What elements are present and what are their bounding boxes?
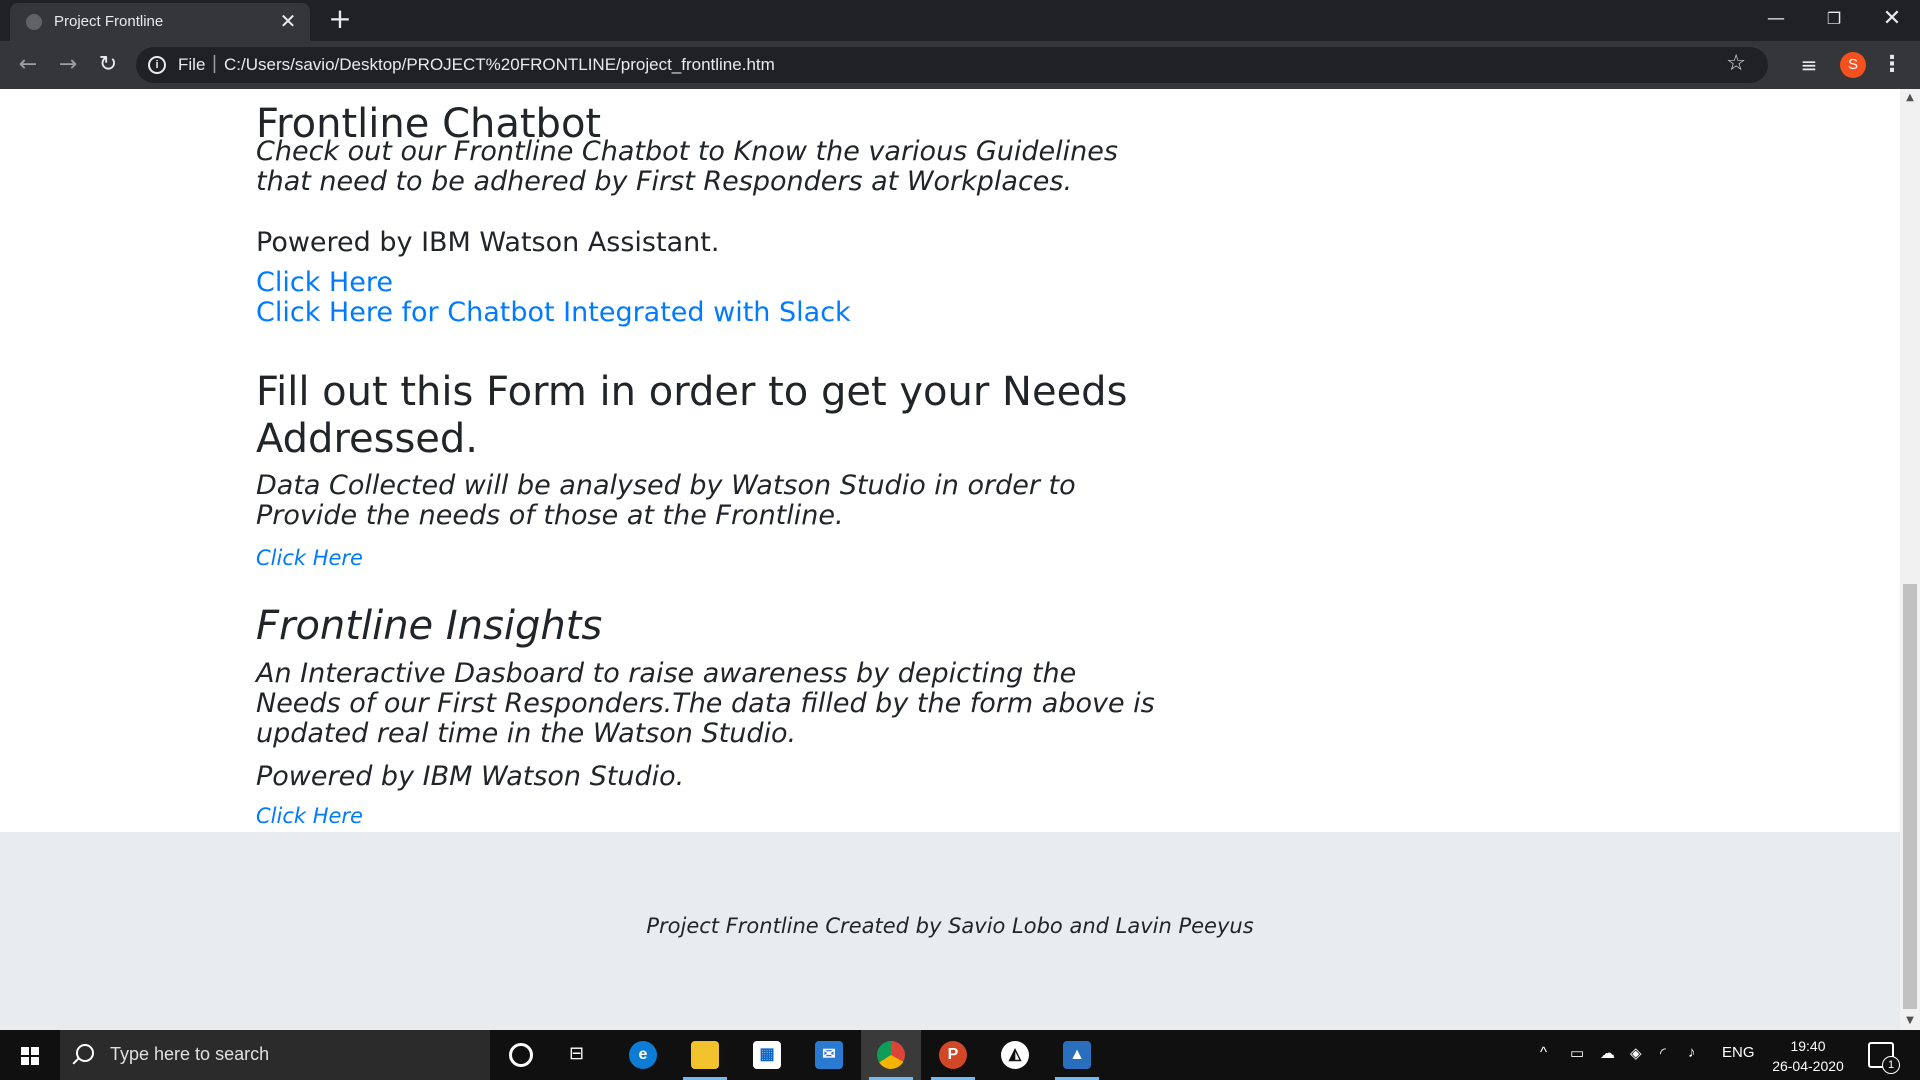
tray-overflow-chevron-icon[interactable]: ^ — [1540, 1044, 1547, 1061]
store-icon[interactable]: ▦ — [737, 1030, 797, 1080]
scroll-up-arrow-icon[interactable]: ▲ — [1900, 89, 1920, 107]
page-viewport: Frontline Chatbot Check out our Frontlin… — [0, 89, 1900, 1030]
minimize-button[interactable]: — — [1747, 0, 1805, 38]
url-scheme-label: File — [178, 55, 206, 74]
vertical-scrollbar[interactable]: ▲ ▼ — [1900, 89, 1920, 1030]
profile-avatar[interactable]: S — [1840, 52, 1866, 78]
scroll-down-arrow-icon[interactable]: ▼ — [1900, 1012, 1920, 1030]
browser-tab-bar: Project Frontline ✕ + — ❐ ✕ — [0, 0, 1920, 41]
browser-menu-icon[interactable]: ⋮ — [1880, 49, 1904, 81]
battery-icon[interactable]: ▭ — [1570, 1044, 1584, 1062]
tab-title: Project Frontline — [54, 13, 164, 30]
footer-credits: Project Frontline Created by Savio Lobo … — [646, 914, 1254, 938]
browser-tab[interactable]: Project Frontline ✕ — [10, 3, 310, 41]
insights-heading: Frontline Insights — [256, 603, 603, 649]
chatbot-powered-by: Powered by IBM Watson Assistant. — [256, 227, 720, 258]
onedrive-icon[interactable]: ☁ — [1600, 1044, 1615, 1062]
taskbar-clock[interactable]: 19:40 26-04-2020 — [1768, 1036, 1848, 1076]
back-button[interactable]: ← — [12, 49, 44, 81]
info-icon[interactable]: i — [148, 56, 166, 74]
forward-button[interactable]: → — [52, 49, 84, 81]
clock-time: 19:40 — [1790, 1038, 1826, 1054]
media-control-icon[interactable]: ≡ — [1797, 53, 1821, 77]
chrome-icon[interactable] — [861, 1030, 921, 1080]
tab-close-icon[interactable]: ✕ — [276, 9, 300, 33]
photos-app-icon[interactable]: ◭ — [985, 1030, 1045, 1080]
url-text[interactable]: C:/Users/savio/Desktop/PROJECT%20FRONTLI… — [224, 55, 775, 75]
insights-link[interactable]: Click Here — [256, 804, 363, 828]
mail-icon[interactable]: ✉ — [799, 1030, 859, 1080]
task-view-icon[interactable]: ⊟ — [569, 1043, 591, 1065]
globe-icon — [26, 14, 42, 30]
dropbox-icon[interactable]: ◈ — [1630, 1044, 1642, 1062]
form-heading-line1: Fill out this Form in order to get your … — [256, 369, 1128, 415]
browser-toolbar: ← → ↻ i File | C:/Users/savio/Desktop/PR… — [0, 41, 1920, 89]
form-description: Data Collected will be analysed by Watso… — [256, 470, 1076, 531]
address-bar[interactable]: i File | C:/Users/savio/Desktop/PROJECT%… — [136, 47, 1768, 83]
notification-count-badge: 1 — [1882, 1056, 1900, 1074]
insights-description: An Interactive Dasboard to raise awarene… — [256, 658, 1155, 749]
url-separator: | — [212, 53, 217, 74]
powerpoint-icon[interactable]: P — [923, 1030, 983, 1080]
file-explorer-icon[interactable] — [675, 1030, 735, 1080]
reload-button[interactable]: ↻ — [92, 49, 124, 81]
search-icon — [76, 1044, 94, 1062]
form-link[interactable]: Click Here — [256, 546, 363, 570]
insights-powered-by: Powered by IBM Watson Studio. — [256, 761, 685, 792]
image-viewer-icon[interactable]: ▲ — [1047, 1030, 1107, 1080]
slack-chatbot-link[interactable]: Click Here for Chatbot Integrated with S… — [256, 297, 851, 328]
close-window-button[interactable]: ✕ — [1863, 0, 1920, 38]
wifi-icon[interactable]: ◜ — [1660, 1044, 1666, 1062]
bookmark-star-icon[interactable]: ☆ — [1726, 51, 1746, 76]
page-footer: Project Frontline Created by Savio Lobo … — [0, 832, 1900, 1030]
language-indicator[interactable]: ENG — [1722, 1044, 1755, 1061]
taskbar-search-box[interactable]: Type here to search — [60, 1030, 490, 1080]
chatbot-link[interactable]: Click Here — [256, 267, 393, 298]
edge-icon[interactable]: e — [613, 1030, 673, 1080]
new-tab-button[interactable]: + — [325, 4, 355, 34]
form-heading-line2: Addressed. — [256, 416, 479, 462]
chatbot-description: Check out our Frontline Chatbot to Know … — [256, 136, 1118, 197]
cortana-icon[interactable] — [509, 1043, 533, 1067]
start-button[interactable] — [0, 1030, 60, 1080]
scrollbar-thumb[interactable] — [1903, 584, 1917, 1009]
windows-logo-icon — [21, 1047, 39, 1065]
windows-taskbar: Type here to search ⊟ e ▦ ✉ P ◭ ▲ ^ ▭ ☁ … — [0, 1030, 1920, 1080]
restore-button[interactable]: ❐ — [1805, 0, 1863, 38]
volume-icon[interactable]: ♪ — [1688, 1044, 1696, 1061]
clock-date: 26-04-2020 — [1772, 1058, 1844, 1074]
search-placeholder: Type here to search — [110, 1044, 270, 1064]
